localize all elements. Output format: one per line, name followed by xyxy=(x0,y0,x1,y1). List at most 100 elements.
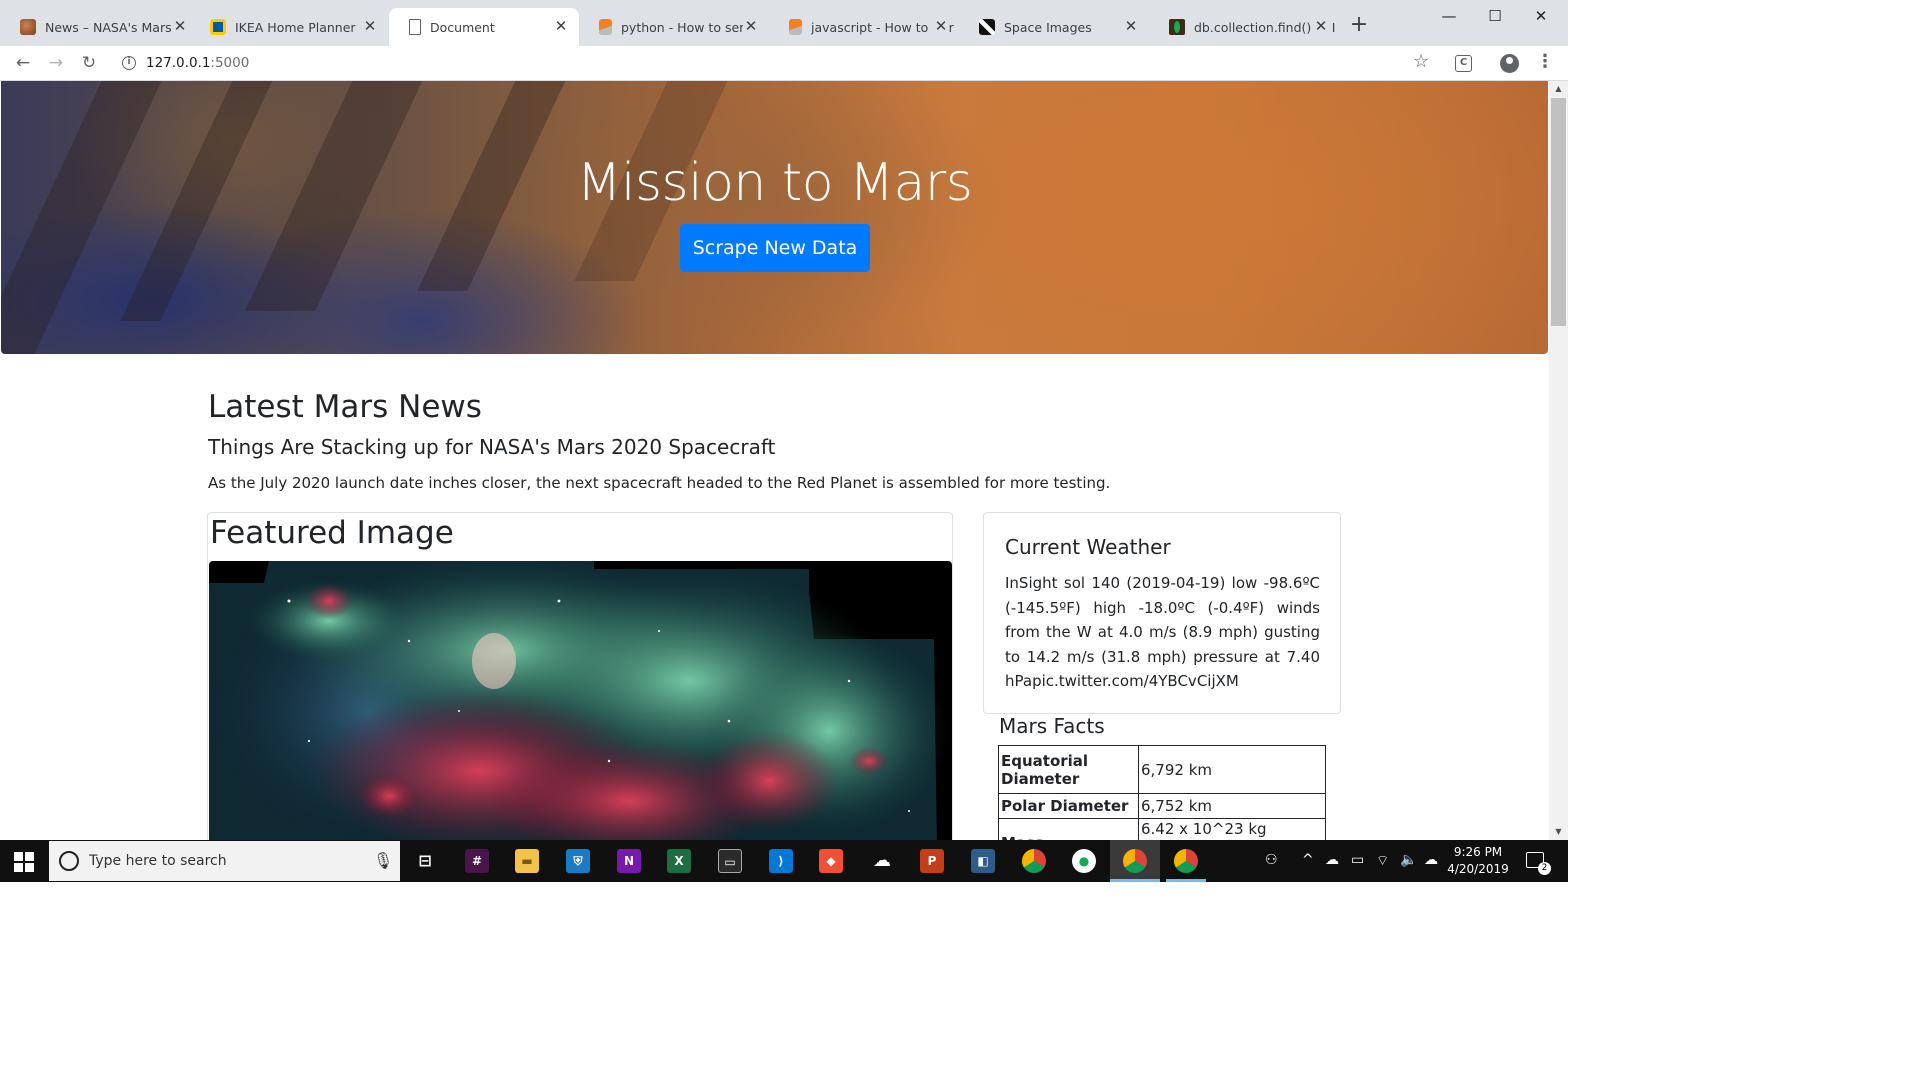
scrape-new-data-button[interactable]: Scrape New Data xyxy=(680,224,870,272)
close-icon[interactable]: ✕ xyxy=(553,18,569,34)
fact-value: 6.42 x 10^23 kg (10.7% xyxy=(1138,818,1326,840)
vscode-icon[interactable]: ⟩ xyxy=(769,849,793,873)
onedrive-cloud-icon[interactable]: ☁ xyxy=(870,849,894,873)
table-row: Mass 6.42 x 10^23 kg (10.7% xyxy=(998,818,1326,840)
tab-document[interactable]: Document ✕ xyxy=(389,8,579,46)
jpl-favicon-icon xyxy=(979,19,995,35)
chrome-icon[interactable] xyxy=(1174,849,1198,873)
minimize-button[interactable]: — xyxy=(1426,0,1472,32)
active-indicator xyxy=(1110,879,1160,882)
notification-count-badge: 2 xyxy=(1538,862,1551,875)
scroll-down-arrow-icon[interactable]: ▼ xyxy=(1549,824,1568,840)
onedrive-tray-icon[interactable]: ☁ xyxy=(1325,852,1339,868)
weather-text: InSight sol 140 (2019-04-19) low -98.6ºC… xyxy=(1005,574,1320,690)
url-port: :5000 xyxy=(210,55,250,71)
stackoverflow-icon xyxy=(789,19,802,35)
clock-date: 4/20/2019 xyxy=(1447,862,1509,876)
table-row: Equatorial Diameter 6,792 km xyxy=(998,745,1326,794)
latest-news-heading: Latest Mars News xyxy=(208,389,482,425)
browser-toolbar: ← → ↻ i 127.0.0.1:5000 ☆ C ⋮ xyxy=(0,46,1568,81)
close-icon[interactable]: ✕ xyxy=(1313,18,1329,34)
upload-cloud-icon[interactable]: ☁ xyxy=(1424,852,1438,868)
featured-image xyxy=(209,561,952,840)
microphone-icon[interactable]: 🎙 xyxy=(373,851,393,870)
windows-start-icon[interactable] xyxy=(14,852,34,872)
close-window-button[interactable]: ✕ xyxy=(1518,0,1564,32)
url-host: 127.0.0.1 xyxy=(146,55,211,71)
battery-icon[interactable]: ▭ xyxy=(1351,852,1364,868)
close-icon[interactable]: ✕ xyxy=(743,18,759,34)
fact-label: Polar Diameter xyxy=(998,793,1139,819)
mars-favicon-icon xyxy=(20,19,36,35)
url-text: 127.0.0.1:5000 xyxy=(146,55,249,71)
slack-icon[interactable]: # xyxy=(465,849,489,873)
file-explorer-icon[interactable]: ▬ xyxy=(515,849,539,873)
nebula-image xyxy=(209,561,949,840)
tab-space-images[interactable]: Space Images ✕ xyxy=(959,8,1149,46)
ikea-favicon-icon xyxy=(210,19,226,35)
terminal-icon[interactable]: ▭ xyxy=(718,849,742,873)
featured-image-card: Featured Image xyxy=(207,512,953,840)
scroll-up-arrow-icon[interactable]: ▲ xyxy=(1549,81,1568,97)
scrollbar-thumb[interactable] xyxy=(1551,98,1566,326)
mongodb-leaf-icon xyxy=(1169,19,1185,35)
excel-icon[interactable]: X xyxy=(667,849,691,873)
git-icon[interactable]: ◆ xyxy=(819,849,843,873)
remote-desktop-icon[interactable]: ◧ xyxy=(971,849,995,873)
task-view-icon[interactable]: ⊟ xyxy=(413,849,437,873)
extension-icon[interactable]: C xyxy=(1455,55,1472,72)
tab-ikea[interactable]: IKEA Home Planner ✕ xyxy=(190,8,388,46)
cortana-icon xyxy=(59,851,79,871)
show-hidden-icons-chevron-icon[interactable]: ^ xyxy=(1302,852,1314,868)
running-indicator xyxy=(1166,879,1206,882)
browser-tab-strip: News – NASA's Mars E ✕ IKEA Home Planner… xyxy=(0,0,1568,46)
menu-kebab-icon[interactable]: ⋮ xyxy=(1536,51,1554,72)
document-icon xyxy=(409,19,421,35)
close-icon[interactable]: ✕ xyxy=(172,18,188,34)
address-bar[interactable]: i 127.0.0.1:5000 xyxy=(112,49,1442,78)
mongodb-compass-icon[interactable]: ● xyxy=(1072,849,1096,873)
weather-heading: Current Weather xyxy=(1005,535,1171,559)
featured-image-heading: Featured Image xyxy=(210,515,454,551)
page-title: Mission to Mars xyxy=(576,153,973,213)
powerpoint-icon[interactable]: P xyxy=(920,849,944,873)
search-placeholder: Type here to search xyxy=(89,853,227,869)
stackoverflow-icon xyxy=(599,19,612,35)
mars-facts-table: Equatorial Diameter 6,792 km Polar Diame… xyxy=(998,745,1326,840)
info-icon[interactable]: i xyxy=(122,56,136,70)
vertical-scrollbar[interactable]: ▲ ▼ xyxy=(1549,81,1568,840)
taskbar-search-box[interactable]: Type here to search 🎙 xyxy=(49,841,400,881)
taskbar-clock[interactable]: 9:26 PM 4/20/2019 xyxy=(1443,844,1513,878)
wifi-icon[interactable]: ⌔ xyxy=(1376,852,1389,870)
tab-stackoverflow-javascript[interactable]: javascript - How to Cer ✕ xyxy=(769,8,959,46)
clock-time: 9:26 PM xyxy=(1453,845,1503,859)
close-icon[interactable]: ✕ xyxy=(1123,18,1139,34)
onenote-icon[interactable]: N xyxy=(617,849,641,873)
jumbotron: Mission to Mars Scrape New Data xyxy=(1,81,1548,354)
profile-avatar-icon[interactable] xyxy=(1500,54,1519,73)
tab-stackoverflow-python[interactable]: python - How to serve ✕ xyxy=(579,8,769,46)
table-row: Polar Diameter 6,752 km xyxy=(998,793,1326,819)
forward-arrow-icon[interactable]: → xyxy=(44,51,68,75)
news-paragraph: As the July 2020 launch date inches clos… xyxy=(208,474,1111,492)
close-icon[interactable]: ✕ xyxy=(933,18,949,34)
mars-facts-heading: Mars Facts xyxy=(999,714,1105,738)
chrome-icon[interactable] xyxy=(1022,849,1046,873)
new-tab-button[interactable]: + xyxy=(1348,14,1370,36)
back-arrow-icon[interactable]: ← xyxy=(11,51,35,75)
fact-label: Equatorial Diameter xyxy=(998,745,1139,794)
people-icon[interactable]: ⚇ xyxy=(1265,852,1278,868)
security-shield-icon[interactable]: ⛨ xyxy=(566,849,590,873)
tab-mongodb[interactable]: db.collection.find() — I ✕ xyxy=(1149,8,1339,46)
reload-icon[interactable]: ↻ xyxy=(77,51,101,75)
chrome-icon[interactable] xyxy=(1123,849,1147,873)
volume-icon[interactable]: 🔈 xyxy=(1400,852,1417,868)
fact-value: 6,792 km xyxy=(1138,745,1326,794)
page-viewport: Mission to Mars Scrape New Data Latest M… xyxy=(0,81,1549,840)
tab-mars-news[interactable]: News – NASA's Mars E ✕ xyxy=(0,8,198,46)
fact-label: Mass xyxy=(998,818,1139,840)
close-icon[interactable]: ✕ xyxy=(362,18,378,34)
maximize-button[interactable]: ☐ xyxy=(1472,0,1518,32)
bookmark-star-icon[interactable]: ☆ xyxy=(1413,51,1429,72)
windows-taskbar: Type here to search 🎙 ⊟ # ▬ ⛨ N X ▭ ⟩ ◆ … xyxy=(0,840,1568,882)
